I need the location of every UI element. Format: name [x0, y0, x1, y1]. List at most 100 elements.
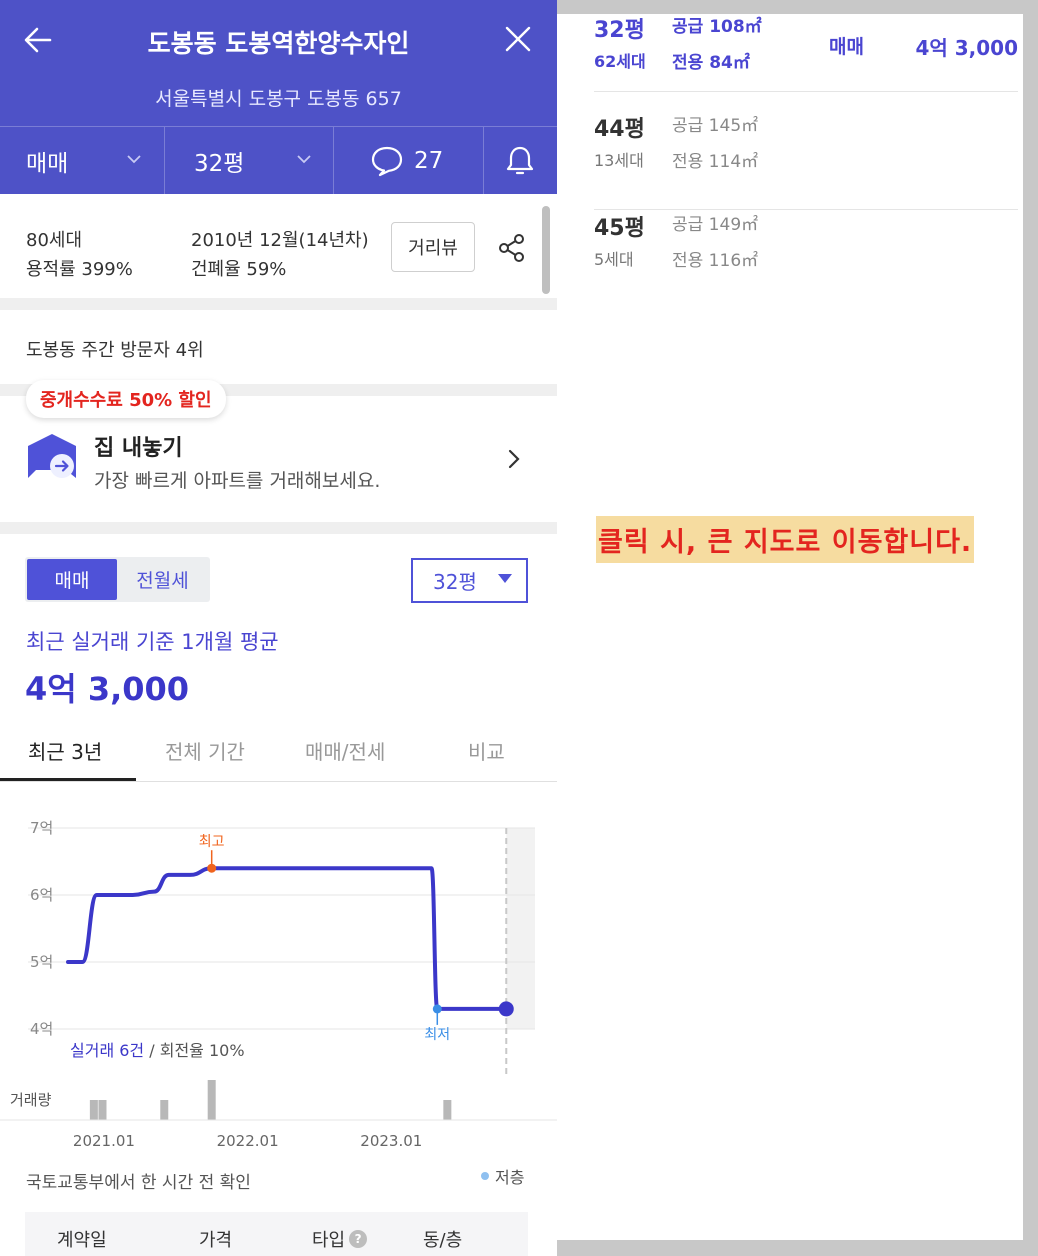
col-contract-date: 계약일: [57, 1230, 107, 1251]
low-label: 최저: [424, 1027, 450, 1043]
period-tabs: 최근 3년 전체 기간 매매/전세 비교: [0, 730, 557, 782]
size-list-panel: 32평 62세대 공급 108㎡ 전용 84㎡ 매매 4억 3,000 44평 …: [557, 14, 1023, 1240]
price-series-line: [66, 866, 509, 1011]
tab-divider: [483, 127, 484, 195]
x-tick-label: 2022.01: [217, 1132, 279, 1150]
x-tick-label: 2023.01: [360, 1132, 422, 1150]
trade-stats: 실거래 6건 / 회전율 10%: [70, 1041, 245, 1060]
comments-button[interactable]: 27: [370, 127, 480, 195]
list-my-home-banner[interactable]: 중개수수료 50% 할인 집 내놓기 가장 빠르게 아파트를 거래해보세요.: [0, 380, 557, 522]
caret-down-icon: [498, 574, 512, 583]
comment-count: 27: [414, 148, 444, 174]
comment-bubble-icon: [371, 146, 403, 177]
size-supply: 공급 108㎡: [672, 17, 762, 37]
x-tick-label: 2021.01: [73, 1132, 135, 1150]
col-type-label: 타입: [312, 1230, 346, 1251]
close-icon[interactable]: [505, 26, 531, 52]
header-tabs: 매매 32평 27: [0, 126, 557, 195]
average-price-value: 4억 3,000: [25, 670, 190, 708]
col-type: 타입 ?: [312, 1226, 368, 1252]
discount-badge: 중개수수료 50% 할인: [26, 380, 226, 418]
volume-bar: [89, 1100, 98, 1120]
trade-segment-control: 매매 전월세: [25, 557, 210, 602]
address-text: 서울특별시 도봉구 도봉동 657: [155, 88, 402, 110]
house-icon: [28, 434, 76, 478]
legend-low-label: 저층: [495, 1168, 525, 1187]
sell-title: 집 내놓기: [94, 436, 183, 461]
built-year-text: 2010년 12월(14년차): [191, 230, 369, 251]
high-label: 최고: [199, 834, 225, 850]
size-units: 62세대: [594, 52, 646, 71]
chevron-down-icon: [297, 155, 311, 164]
forecast-region: [506, 828, 535, 1029]
active-tab-underline: [0, 778, 136, 781]
low-floor-dot: [481, 1172, 489, 1180]
app-stage: 32평 62세대 공급 108㎡ 전용 84㎡ 매매 4억 3,000 44평 …: [0, 0, 1038, 1256]
apartment-detail-panel: 도봉동 도봉역한양수자인 서울특별시 도봉구 도봉동 657 매매 32평 27…: [0, 0, 557, 1256]
volume-bar: [207, 1080, 216, 1120]
size-row-45[interactable]: 45평 5세대 공급 149㎡ 전용 116㎡: [594, 210, 1018, 309]
size-pyeong: 32평: [594, 18, 645, 43]
volume-bar: [160, 1100, 169, 1120]
segment-sale[interactable]: 매매: [27, 559, 117, 600]
tab-recent-3y[interactable]: 최근 3년: [28, 736, 102, 765]
sell-subtitle: 가장 빠르게 아파트를 거래해보세요.: [94, 470, 381, 492]
chevron-down-icon: [127, 155, 141, 164]
trade-type-label: 매매: [26, 151, 69, 177]
bell-icon: [506, 146, 534, 175]
share-icon[interactable]: [496, 232, 528, 264]
size-supply: 공급 145㎡: [672, 116, 759, 136]
size-pyeong: 44평: [594, 117, 645, 142]
tab-sale-jeonse[interactable]: 매매/전세: [305, 736, 385, 765]
y-tick-label: 4억: [30, 1020, 53, 1038]
section-divider: [0, 298, 557, 310]
volume-bar: [98, 1100, 107, 1120]
size-exclusive: 전용 114㎡: [672, 152, 759, 172]
complex-summary: 80세대 용적률 399% 2010년 12월(14년차) 건폐율 59% 거리…: [0, 194, 557, 298]
floor-area-ratio-text: 용적률 399%: [26, 259, 133, 280]
households-text: 80세대: [26, 230, 83, 251]
size-dropdown[interactable]: 32평: [194, 127, 324, 195]
tab-divider: [164, 127, 165, 195]
tab-all-period[interactable]: 전체 기간: [165, 736, 245, 765]
size-exclusive: 전용 116㎡: [672, 251, 759, 271]
map-click-notice[interactable]: 클릭 시, 큰 지도로 이동합니다.: [596, 516, 975, 563]
section-divider: [0, 522, 557, 534]
chart-size-value: 32평: [433, 570, 477, 594]
chart-size-select[interactable]: 32평: [411, 558, 528, 603]
visitor-rank[interactable]: 도봉동 주간 방문자 4위: [26, 336, 204, 362]
page-title: 도봉동 도봉역한양수자인: [147, 29, 410, 58]
size-units: 5세대: [594, 250, 634, 269]
chevron-right-icon: [508, 449, 520, 469]
size-trade-type: 매매: [829, 36, 864, 58]
size-label: 32평: [194, 151, 245, 177]
legend-low-floor: 저층: [481, 1164, 524, 1188]
help-icon[interactable]: ?: [349, 1230, 368, 1248]
col-building-floor: 동/층: [423, 1230, 463, 1251]
price-chart[interactable]: 7억 6억 5억 4억 최고 최저 실거래 6건 / 회전율 10% 거래량 2021.01 20…: [0, 800, 557, 1170]
volume-label: 거래량: [10, 1091, 52, 1109]
high-marker-dot: [207, 863, 217, 873]
alert-button[interactable]: [505, 127, 535, 195]
size-units: 13세대: [594, 151, 644, 170]
size-price: 4억 3,000: [915, 36, 1018, 60]
detail-header: 도봉동 도봉역한양수자인 서울특별시 도봉구 도봉동 657 매매 32평 27: [0, 0, 557, 195]
price-chart-svg: 7억 6억 5억 4억 최고최저실거래 6건 / 회전율 10% 거래량 2021.01 20…: [0, 819, 557, 1150]
size-pyeong: 45평: [594, 216, 645, 241]
segment-rent[interactable]: 전월세: [117, 559, 208, 600]
trade-type-dropdown[interactable]: 매매: [26, 127, 146, 195]
tab-compare[interactable]: 비교: [468, 736, 505, 765]
y-tick-label: 7억: [30, 819, 53, 837]
road-view-button[interactable]: 거리뷰: [391, 222, 475, 272]
size-supply: 공급 149㎡: [672, 215, 759, 235]
size-row-44[interactable]: 44평 13세대 공급 145㎡ 전용 114㎡: [594, 111, 1018, 210]
latest-point: [498, 1001, 514, 1017]
volume-bar: [443, 1100, 452, 1120]
coverage-ratio-text: 건폐율 59%: [191, 259, 287, 280]
tab-divider: [333, 127, 334, 195]
size-row-32[interactable]: 32평 62세대 공급 108㎡ 전용 84㎡ 매매 4억 3,000: [594, 12, 1018, 92]
transactions-table-header: 계약일 가격 타입 ? 동/층: [25, 1212, 528, 1256]
y-tick-label: 5억: [30, 953, 53, 971]
size-exclusive: 전용 84㎡: [672, 53, 750, 73]
source-text: 국토교통부에서 한 시간 전 확인: [26, 1173, 251, 1193]
